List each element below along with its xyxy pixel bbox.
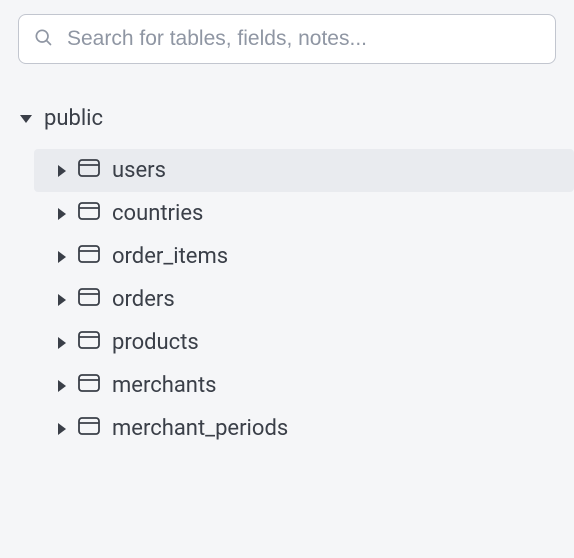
caret-right-icon (58, 337, 66, 349)
table-label: merchant_periods (112, 416, 288, 441)
search-field-wrapper[interactable] (18, 14, 556, 64)
table-icon (78, 330, 100, 355)
schema-tree: public users (18, 102, 556, 450)
search-input[interactable] (67, 27, 541, 51)
table-node-orders[interactable]: orders (34, 278, 574, 321)
table-node-countries[interactable]: countries (34, 192, 574, 235)
table-icon (78, 287, 100, 312)
table-icon (78, 373, 100, 398)
table-icon (78, 244, 100, 269)
caret-right-icon (58, 208, 66, 220)
schema-children: users countries (34, 149, 556, 450)
table-label: orders (112, 287, 175, 312)
table-node-products[interactable]: products (34, 321, 574, 364)
caret-right-icon (58, 251, 66, 263)
caret-right-icon (58, 165, 66, 177)
table-label: users (112, 158, 166, 183)
table-node-merchants[interactable]: merchants (34, 364, 574, 407)
caret-right-icon (58, 294, 66, 306)
table-label: order_items (112, 244, 228, 269)
caret-right-icon (58, 423, 66, 435)
table-icon (78, 158, 100, 183)
sidebar-panel: public users (0, 0, 574, 450)
table-icon (78, 201, 100, 226)
table-label: products (112, 330, 199, 355)
caret-down-icon (20, 115, 32, 123)
table-node-merchant-periods[interactable]: merchant_periods (34, 407, 574, 450)
search-icon (33, 27, 53, 51)
schema-label: public (44, 106, 103, 131)
schema-node-public[interactable]: public (18, 102, 556, 135)
table-label: merchants (112, 373, 217, 398)
table-node-order-items[interactable]: order_items (34, 235, 574, 278)
table-icon (78, 416, 100, 441)
table-label: countries (112, 201, 203, 226)
caret-right-icon (58, 380, 66, 392)
table-node-users[interactable]: users (34, 149, 574, 192)
